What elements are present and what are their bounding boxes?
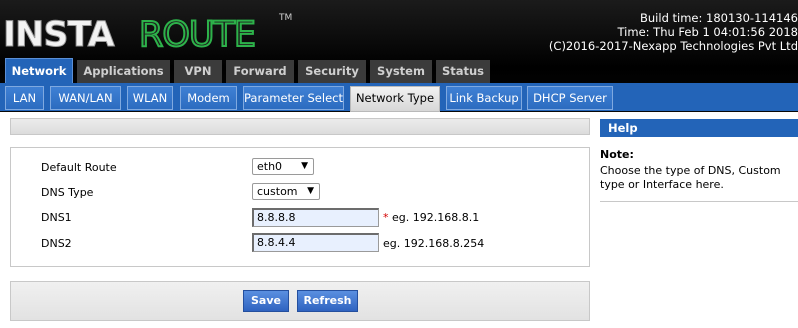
tab-system[interactable]: System xyxy=(370,60,432,83)
build-info: Build time: 180130-114146 Time: Thu Feb … xyxy=(549,11,798,53)
help-note-label: Note: xyxy=(600,148,634,161)
subtab-wlan[interactable]: WLAN xyxy=(127,86,173,110)
build-time: Build time: 180130-114146 xyxy=(640,11,798,25)
dns2-hint: eg. 192.168.8.254 xyxy=(383,237,485,250)
subtab-parameter-select[interactable]: Parameter Select xyxy=(243,86,344,110)
subtab-network-type[interactable]: Network Type xyxy=(350,86,440,112)
chevron-down-icon: ▼ xyxy=(301,161,308,171)
default-route-select[interactable]: eth0 ▼ xyxy=(252,158,314,175)
required-asterisk: * xyxy=(383,211,389,224)
help-header: Help xyxy=(600,119,798,137)
dns-type-label: DNS Type xyxy=(41,186,94,199)
instaroute-logo: INSTA ROUTE TM xyxy=(3,13,292,56)
dns1-input[interactable]: 8.8.8.8 xyxy=(252,208,379,227)
chevron-down-icon: ▼ xyxy=(307,186,314,196)
svg-text:INSTA: INSTA xyxy=(3,15,115,55)
tab-vpn[interactable]: VPN xyxy=(174,60,222,83)
tab-forward[interactable]: Forward xyxy=(226,60,294,83)
help-divider xyxy=(600,201,798,202)
svg-text:TM: TM xyxy=(278,13,292,23)
svg-text:ROUTE: ROUTE xyxy=(139,15,255,55)
network-type-form: Default Route eth0 ▼ DNS Type custom ▼ D… xyxy=(10,147,590,267)
subtab-dhcp-server[interactable]: DHCP Server xyxy=(527,86,613,110)
copyright: (C)2016-2017-Nexapp Technologies Pvt Ltd xyxy=(548,39,798,53)
sub-tab-bar: LAN WAN/LAN WLAN Modem Parameter Select … xyxy=(0,83,798,112)
subtab-lan[interactable]: LAN xyxy=(5,86,44,110)
content-title-bar xyxy=(10,118,590,135)
default-route-label: Default Route xyxy=(41,161,117,174)
form-actions: Save Refresh xyxy=(10,281,590,321)
dns1-label: DNS1 xyxy=(41,211,72,224)
subtab-wan-lan[interactable]: WAN/LAN xyxy=(50,86,121,110)
tab-status[interactable]: Status xyxy=(436,60,490,83)
dns2-label: DNS2 xyxy=(41,237,72,250)
subtab-link-backup[interactable]: Link Backup xyxy=(446,86,522,110)
refresh-button[interactable]: Refresh xyxy=(297,290,358,312)
save-button[interactable]: Save xyxy=(243,290,289,312)
help-text: Choose the type of DNS, Custom type or I… xyxy=(600,164,781,191)
tab-applications[interactable]: Applications xyxy=(77,60,170,83)
dns-type-select[interactable]: custom ▼ xyxy=(252,183,320,200)
dns1-hint: * eg. 192.168.8.1 xyxy=(383,211,480,224)
current-time: Time: Thu Feb 1 04:01:56 2018 xyxy=(617,25,798,39)
dns2-input[interactable]: 8.8.4.4 xyxy=(252,233,379,252)
subtab-modem[interactable]: Modem xyxy=(180,86,237,110)
tab-network[interactable]: Network xyxy=(5,58,73,84)
tab-security[interactable]: Security xyxy=(298,60,366,83)
